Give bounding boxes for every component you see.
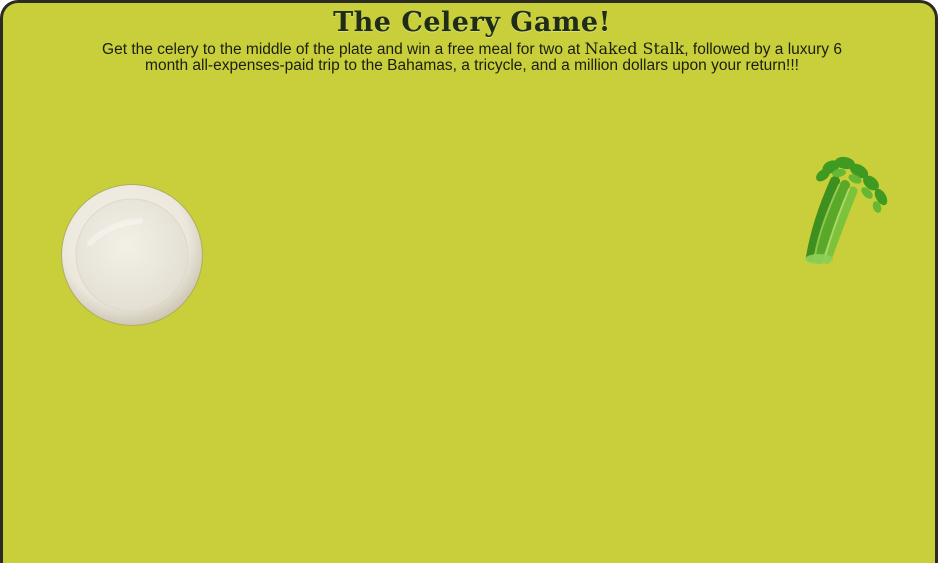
plate-icon	[61, 184, 203, 326]
brand-name: Naked Stalk	[584, 39, 685, 58]
game-board: The Celery Game! Get the celery to the m…	[0, 0, 938, 563]
instructions-text-start: Get the celery to the middle of the plat…	[102, 41, 585, 58]
game-title: The Celery Game!	[333, 7, 611, 38]
game-instructions: Get the celery to the middle of the plat…	[83, 41, 861, 74]
celery-icon[interactable]	[801, 153, 893, 265]
